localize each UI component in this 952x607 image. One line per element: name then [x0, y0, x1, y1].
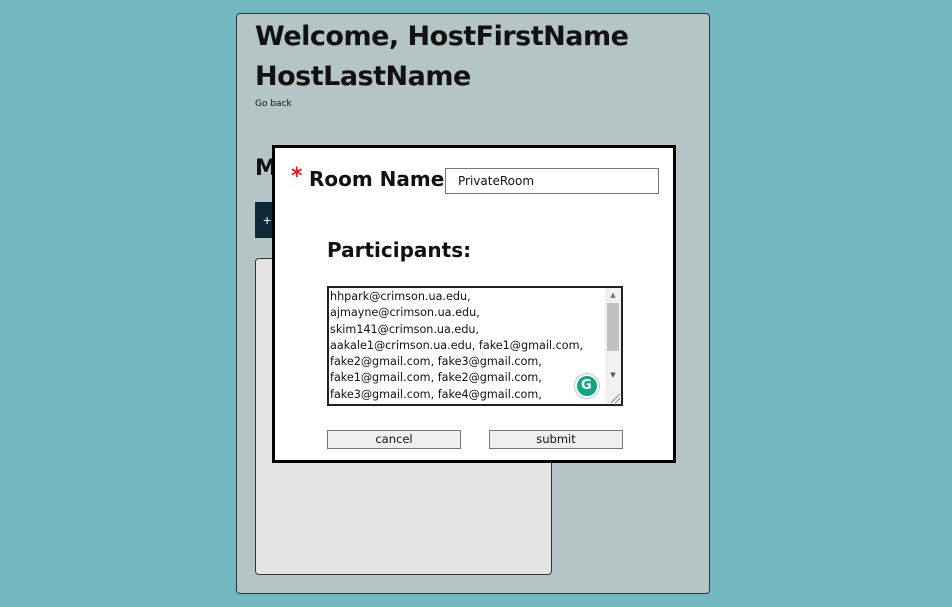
scroll-down-arrow-icon[interactable]: ▼: [605, 368, 621, 382]
participants-label: Participants:: [327, 238, 472, 262]
room-name-label: Room Name:: [309, 167, 453, 191]
scroll-thumb[interactable]: [607, 303, 619, 351]
participants-scrollbar[interactable]: ▲ ▼: [605, 288, 621, 404]
create-room-modal: * Room Name: Participants: hhpark@crimso…: [272, 145, 676, 463]
cancel-button[interactable]: cancel: [327, 430, 461, 449]
participants-text: hhpark@crimson.ua.edu, ajmayne@crimson.u…: [330, 290, 584, 401]
participants-textarea[interactable]: hhpark@crimson.ua.edu, ajmayne@crimson.u…: [327, 286, 623, 406]
room-name-input[interactable]: [445, 168, 659, 194]
resize-handle-icon[interactable]: [611, 394, 620, 403]
required-marker: *: [291, 164, 303, 189]
submit-button[interactable]: submit: [489, 430, 623, 449]
welcome-title: Welcome, HostFirstName HostLastName: [255, 21, 629, 92]
go-back-link[interactable]: Go back: [255, 99, 292, 109]
grammarly-icon[interactable]: G: [575, 374, 599, 398]
scroll-up-arrow-icon[interactable]: ▲: [605, 288, 621, 302]
